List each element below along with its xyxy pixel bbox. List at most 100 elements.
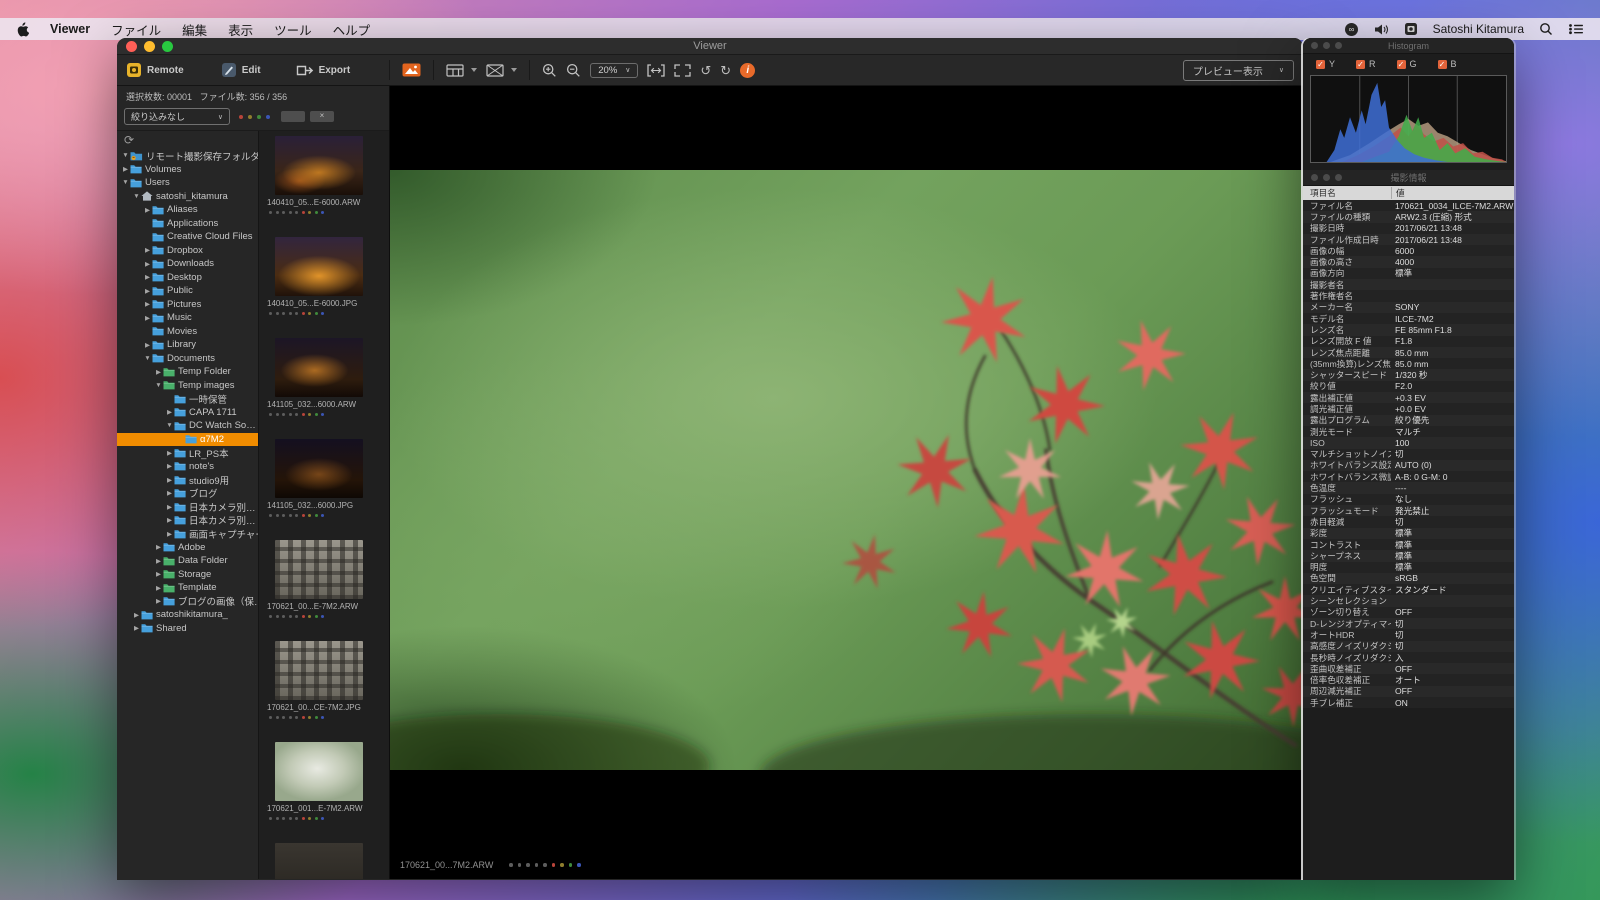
thumbnail-image[interactable] bbox=[275, 843, 363, 879]
tree-item-template[interactable]: ▶Template bbox=[117, 581, 258, 595]
rating-dot[interactable] bbox=[282, 312, 285, 315]
disclosure-down-icon[interactable]: ▼ bbox=[165, 422, 174, 429]
tree-item--[interactable]: ▶日本カメラ別… bbox=[117, 500, 258, 514]
rating-dot[interactable] bbox=[289, 211, 292, 214]
checkbox-checked-icon[interactable]: ✓ bbox=[1397, 60, 1406, 69]
thumbnail-image[interactable] bbox=[275, 136, 363, 195]
creative-cloud-icon[interactable]: ∞ bbox=[1344, 22, 1359, 37]
disclosure-down-icon[interactable]: ▼ bbox=[121, 179, 130, 186]
color-label-dot[interactable] bbox=[308, 817, 311, 820]
disclosure-right-icon[interactable]: ▶ bbox=[165, 462, 174, 470]
tree-item-desktop[interactable]: ▶Desktop bbox=[117, 271, 258, 285]
thumbnail-image[interactable] bbox=[275, 540, 363, 599]
tree-item--[interactable]: ▶画面キャプチャー bbox=[117, 527, 258, 541]
tree-item--[interactable]: ▶日本カメラ別… bbox=[117, 514, 258, 528]
menu-app-name[interactable]: Viewer bbox=[50, 22, 90, 36]
rating-dot[interactable] bbox=[282, 413, 285, 416]
rating-dot[interactable] bbox=[295, 413, 298, 416]
rating-dot[interactable] bbox=[289, 817, 292, 820]
color-label-dot[interactable] bbox=[321, 716, 324, 719]
thumbnail-image[interactable] bbox=[275, 742, 363, 801]
info-zoom-button[interactable] bbox=[1335, 174, 1342, 181]
checkbox-checked-icon[interactable]: ✓ bbox=[1356, 60, 1365, 69]
rating-dot[interactable] bbox=[276, 312, 279, 315]
volume-icon[interactable] bbox=[1374, 23, 1389, 36]
color-label-dot[interactable] bbox=[308, 312, 311, 315]
info-panel-titlebar[interactable]: 撮影情報 bbox=[1303, 170, 1514, 186]
disclosure-down-icon[interactable]: ▼ bbox=[132, 193, 141, 200]
menu-user-name[interactable]: Satoshi Kitamura bbox=[1433, 22, 1524, 36]
tree-item-dc-watch-so-[interactable]: ▼DC Watch So… bbox=[117, 419, 258, 433]
grid-view-button[interactable] bbox=[446, 64, 477, 77]
checkbox-checked-icon[interactable]: ✓ bbox=[1316, 60, 1325, 69]
tree-item-storage[interactable]: ▶Storage bbox=[117, 568, 258, 582]
info-close-button[interactable] bbox=[1311, 174, 1318, 181]
zoom-window-button[interactable] bbox=[162, 41, 173, 52]
channel-toggle-b[interactable]: ✓B bbox=[1438, 59, 1457, 69]
thumbnail-cell[interactable]: 140410_05...E-6000.JPG bbox=[259, 237, 389, 338]
color-label-dot[interactable] bbox=[315, 817, 318, 820]
imaging-edge-status-icon[interactable] bbox=[1404, 22, 1418, 36]
tree-item-adobe[interactable]: ▶Adobe bbox=[117, 541, 258, 555]
compare-view-button[interactable] bbox=[486, 64, 517, 77]
disclosure-down-icon[interactable]: ▼ bbox=[154, 382, 163, 389]
rating-dot[interactable] bbox=[518, 863, 522, 867]
rating-dot[interactable] bbox=[282, 514, 285, 517]
tree-item-music[interactable]: ▶Music bbox=[117, 311, 258, 325]
tree-item-satoshikitamura_[interactable]: ▶satoshikitamura_ bbox=[117, 608, 258, 622]
rotate-left-button[interactable]: ↺ bbox=[700, 64, 711, 77]
color-label-dot[interactable] bbox=[321, 817, 324, 820]
zoom-level-select[interactable]: 20% ∨ bbox=[590, 63, 638, 78]
tree-item-creative-cloud-files[interactable]: Creative Cloud Files bbox=[117, 230, 258, 244]
rating-dot[interactable] bbox=[509, 863, 513, 867]
filter-color-dot[interactable] bbox=[248, 115, 252, 119]
tree-item--[interactable]: ▶ブログ bbox=[117, 487, 258, 501]
thumbnail-cell[interactable]: 140410_05...E-6000.ARW bbox=[259, 136, 389, 237]
tree-item-public[interactable]: ▶Public bbox=[117, 284, 258, 298]
rating-dot[interactable] bbox=[269, 312, 272, 315]
tree-item-temp-folder[interactable]: ▶Temp Folder bbox=[117, 365, 258, 379]
filter-color-dot[interactable] bbox=[239, 115, 243, 119]
rating-dot[interactable] bbox=[269, 211, 272, 214]
filter-clear-button[interactable]: × bbox=[310, 111, 334, 122]
histogram-panel-titlebar[interactable]: Histogram bbox=[1303, 38, 1514, 54]
tree-item-data-folder[interactable]: ▶Data Folder bbox=[117, 554, 258, 568]
tree-item-satoshi_kitamura[interactable]: ▼satoshi_kitamura bbox=[117, 190, 258, 204]
fit-to-screen-button[interactable] bbox=[647, 64, 665, 77]
thumbnail-cell[interactable]: 141105_032...6000.JPG bbox=[259, 439, 389, 540]
disclosure-down-icon[interactable]: ▼ bbox=[121, 152, 130, 159]
control-center-icon[interactable] bbox=[1568, 23, 1584, 35]
color-label-dot[interactable] bbox=[315, 615, 318, 618]
color-label-dot[interactable] bbox=[302, 514, 305, 517]
rating-dot[interactable] bbox=[295, 817, 298, 820]
menu-item-1[interactable]: 編集 bbox=[182, 20, 207, 39]
rating-dot[interactable] bbox=[295, 312, 298, 315]
rating-dot[interactable] bbox=[535, 863, 539, 867]
disclosure-right-icon[interactable]: ▶ bbox=[143, 246, 152, 254]
disclosure-right-icon[interactable]: ▶ bbox=[165, 489, 174, 497]
minimize-button[interactable] bbox=[144, 41, 155, 52]
color-label-dot[interactable] bbox=[315, 716, 318, 719]
rating-dot[interactable] bbox=[282, 211, 285, 214]
color-label-dot[interactable] bbox=[302, 413, 305, 416]
rating-dot[interactable] bbox=[295, 615, 298, 618]
disclosure-right-icon[interactable]: ▶ bbox=[154, 368, 163, 376]
color-label-dot[interactable] bbox=[302, 716, 305, 719]
tree-item-aliases[interactable]: ▶Aliases bbox=[117, 203, 258, 217]
color-label-dot[interactable] bbox=[308, 716, 311, 719]
disclosure-right-icon[interactable]: ▶ bbox=[154, 597, 163, 605]
tree-item-studio9-[interactable]: ▶studio9用 bbox=[117, 473, 258, 487]
tree-item-dropbox[interactable]: ▶Dropbox bbox=[117, 244, 258, 258]
channel-toggle-g[interactable]: ✓G bbox=[1397, 59, 1417, 69]
spotlight-search-icon[interactable] bbox=[1539, 22, 1553, 36]
rating-dot[interactable] bbox=[269, 716, 272, 719]
color-label-dot[interactable] bbox=[302, 211, 305, 214]
color-label-dot[interactable] bbox=[560, 863, 564, 867]
color-label-dot[interactable] bbox=[308, 615, 311, 618]
rating-dot[interactable] bbox=[282, 615, 285, 618]
rating-dot[interactable] bbox=[289, 312, 292, 315]
thumbnail-cell[interactable]: 170621_00...CE-7M2.JPG bbox=[259, 641, 389, 742]
rating-dot[interactable] bbox=[289, 413, 292, 416]
color-label-dot[interactable] bbox=[315, 413, 318, 416]
rating-dot[interactable] bbox=[289, 514, 292, 517]
